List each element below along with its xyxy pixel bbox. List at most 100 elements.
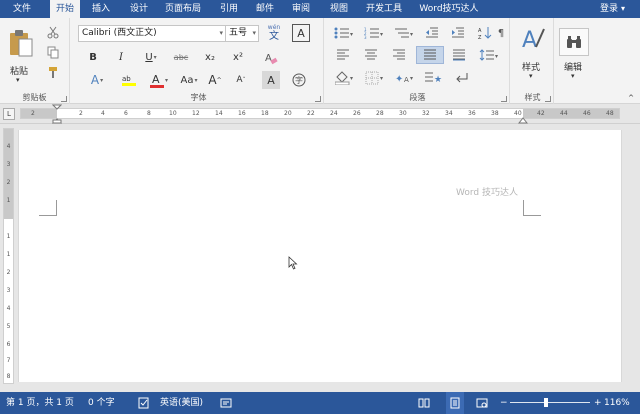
zoom-slider-thumb[interactable] [544,398,548,407]
clipboard-launcher-icon[interactable] [61,96,67,102]
language-indicator[interactable]: 英语(美国) [160,392,203,414]
tab-file[interactable]: 文件 [0,0,44,18]
numbering-icon[interactable]: 1 2 3 ▾ [362,24,386,42]
font-color-button[interactable]: A ▾ [146,71,172,89]
tab-word-tips[interactable]: Word技巧达人 [414,0,484,18]
chevron-down-icon[interactable]: ▾ [529,72,533,80]
login-label: 登录 [600,4,619,14]
font-launcher-icon[interactable] [315,96,321,102]
subscript-button[interactable]: x₂ [200,48,220,66]
ruler-tick: 1 [6,197,11,204]
change-case-button[interactable]: Aa ▾ [176,71,202,89]
right-indent-marker-icon[interactable] [518,114,528,124]
asian-typography-icon[interactable]: ★ [422,69,446,87]
line-spacing-icon[interactable]: ▾ [476,46,502,64]
tab-selector[interactable]: L [3,108,15,120]
underline-button[interactable]: U ▾ [138,48,164,66]
paste-dropdown-icon[interactable]: ▾ [16,76,20,84]
highlighter-icon: ab [122,75,136,86]
indent-marker-icon[interactable] [52,104,62,124]
highlight-color-button[interactable]: ab [116,71,142,89]
increase-indent-icon[interactable] [448,24,468,42]
distributed-icon[interactable] [448,46,470,64]
clear-formatting-icon[interactable]: A [260,48,282,68]
ruler-tick: 48 [606,110,614,117]
tab-design[interactable]: 设计 [122,0,156,18]
macro-record-icon[interactable] [220,392,232,414]
vertical-scrollbar[interactable] [626,130,638,382]
zoom-level[interactable]: 116% [604,392,630,414]
document-page[interactable]: Word 技巧达人 [18,130,622,382]
character-border-button[interactable]: A [292,24,310,42]
ruler-tick: 12 [192,110,200,117]
italic-button[interactable]: I [112,48,130,66]
editing-button[interactable] [559,28,589,56]
cut-icon[interactable] [44,24,62,40]
zoom-out-button[interactable]: − [500,392,508,414]
strikethrough-button[interactable]: abc [170,48,192,66]
phonetic-guide-button[interactable]: wén 文 [264,22,284,44]
horizontal-ruler: L 2 2 4 6 8 10 12 14 16 18 20 22 24 26 2… [0,104,640,124]
word-count[interactable]: 0 个字 [88,392,115,414]
tab-developer[interactable]: 开发工具 [360,0,408,18]
proofing-icon[interactable] [138,392,150,414]
svg-text:A: A [152,73,160,86]
ribbon-tab-bar: 文件 开始 插入 设计 页面布局 引用 邮件 审阅 视图 开发工具 Word技巧… [0,0,640,18]
align-left-icon[interactable] [332,46,354,64]
paragraph-group-label: 段落 [409,93,426,102]
login-button[interactable]: 登录 ▾ [600,0,640,18]
paragraph-launcher-icon[interactable] [501,96,507,102]
collapse-ribbon-icon[interactable]: ^ [626,94,636,102]
tab-mailings[interactable]: 邮件 [250,0,280,18]
ruler-bar[interactable]: 2 2 4 6 8 10 12 14 16 18 20 22 24 26 28 … [20,108,620,119]
sort-icon[interactable]: AZ [476,24,494,42]
shading-icon[interactable]: ▾ [332,69,358,87]
copy-icon[interactable] [44,44,62,60]
chevron-down-icon[interactable]: ▾ [571,72,575,80]
chinese-layout-icon[interactable]: ✦ A ▾ [392,69,418,87]
grow-font-button[interactable]: A ^ [206,71,224,89]
ruler-tick: 28 [376,110,384,117]
ruler-tick: 16 [238,110,246,117]
multilevel-list-icon[interactable]: ▾ [392,24,416,42]
format-painter-icon[interactable] [44,64,62,80]
zoom-in-button[interactable]: + [594,392,602,414]
vertical-ruler[interactable]: 4 3 2 1 1 1 2 3 4 5 6 7 8 [3,128,14,384]
borders-icon[interactable]: ▾ [362,69,388,87]
styles-button[interactable]: A [518,24,548,54]
web-layout-icon[interactable] [476,392,488,414]
align-center-icon[interactable] [360,46,382,64]
text-effects-button[interactable]: A ▾ [84,71,110,89]
font-name-combo[interactable]: Calibri (西文正文) ▾ [78,25,226,42]
align-right-icon[interactable] [388,46,410,64]
page-count[interactable]: 第 1 页，共 1 页 [6,392,74,414]
tab-review[interactable]: 审阅 [286,0,316,18]
tab-home[interactable]: 开始 [50,0,80,18]
zoom-slider[interactable] [510,402,590,403]
decrease-indent-icon[interactable] [422,24,442,42]
styles-launcher-icon[interactable] [545,96,551,102]
justify-icon[interactable] [416,46,444,64]
ruler-tick: 2 [6,179,11,186]
tab-insert[interactable]: 插入 [84,0,118,18]
ruler-tick: 8 [147,110,151,117]
shrink-font-button[interactable]: Aˇ [232,71,250,89]
show-marks-icon[interactable]: ¶ [494,24,508,42]
tab-page-layout[interactable]: 页面布局 [160,0,206,18]
read-mode-icon[interactable] [418,392,430,414]
svg-text:▾: ▾ [380,31,383,38]
superscript-button[interactable]: x² [228,48,248,66]
line-break-icon[interactable] [452,69,472,87]
paste-button[interactable] [6,24,36,64]
ruler-tick: 22 [307,110,315,117]
font-size-combo[interactable]: 五号 ▾ [225,25,259,42]
character-shading-button[interactable]: A [262,71,280,89]
print-layout-icon[interactable] [446,392,464,414]
ruler-tick: 46 [583,110,591,117]
tab-references[interactable]: 引用 [212,0,246,18]
bullets-icon[interactable]: ▾ [332,24,356,42]
font-group-label: 字体 [190,93,207,102]
bold-button[interactable]: B [84,48,102,66]
enclosed-characters-icon[interactable]: 字 [290,71,308,89]
tab-view[interactable]: 视图 [324,0,354,18]
